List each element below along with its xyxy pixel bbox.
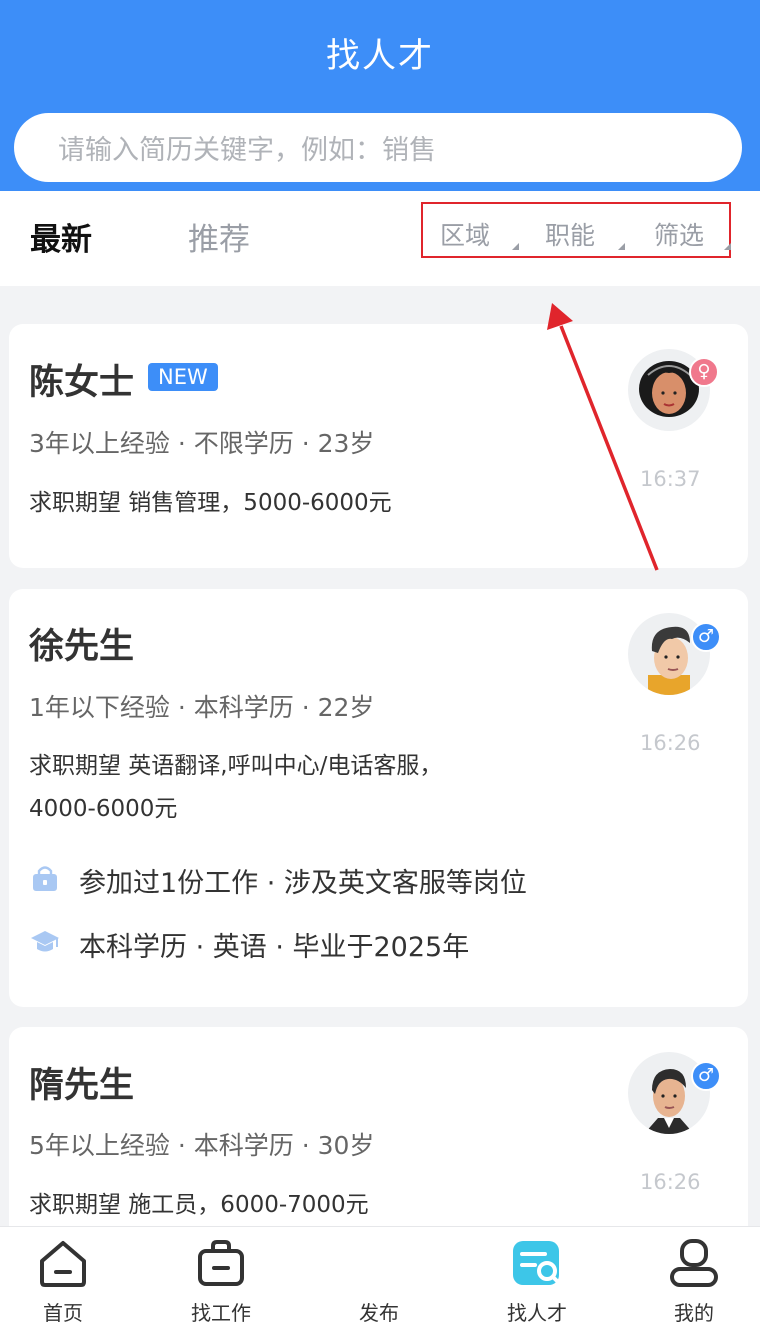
candidate-meta: 3年以上经验 · 不限学历 · 23岁 (29, 429, 375, 458)
tab-find-talent[interactable] (477, 1237, 597, 1293)
tab-find-job[interactable] (161, 1237, 281, 1293)
filter-area[interactable]: 区域 (440, 216, 490, 252)
user-icon (670, 1239, 718, 1287)
search-input[interactable]: 请输入简历关键字，例如：销售 (14, 113, 742, 182)
tab-find-job-label: 找工作 (191, 1301, 251, 1325)
expectation-line: 求职期望 英语翻译,呼叫中心/电话客服， (29, 753, 443, 779)
tab-publish[interactable]: 发布 (319, 1297, 439, 1326)
tab-mine[interactable] (634, 1237, 754, 1293)
male-icon: ♂ (691, 622, 721, 652)
male-icon: ♂ (691, 1061, 721, 1091)
lock-bag-icon (30, 863, 60, 893)
talent-search-icon (513, 1241, 560, 1285)
caret-down-icon (724, 243, 731, 250)
work-experience-summary: 参加过1份工作 · 涉及英文客服等岗位 (79, 868, 527, 899)
post-time: 16:37 (640, 467, 701, 491)
tab-find-talent-label: 找人才 (507, 1301, 567, 1325)
briefcase-icon (198, 1240, 244, 1286)
graduation-cap-icon (30, 927, 60, 957)
candidate-name: 隋先生 (29, 1066, 135, 1106)
candidate-meta: 5年以上经验 · 本科学历 · 30岁 (29, 1131, 375, 1160)
candidate-expectation: 求职期望 施工员，6000-7000元 (29, 1192, 369, 1218)
candidate-meta: 1年以下经验 · 本科学历 · 22岁 (29, 693, 375, 722)
education-summary: 本科学历 · 英语 · 毕业于2025年 (79, 932, 470, 963)
new-badge: NEW (148, 363, 218, 391)
tab-latest[interactable]: 最新 (30, 214, 92, 259)
tab-home[interactable] (3, 1237, 123, 1293)
search-placeholder: 请输入简历关键字，例如：销售 (58, 135, 436, 166)
caret-down-icon (618, 243, 625, 250)
tab-mine-label: 我的 (674, 1301, 714, 1325)
female-icon: ♀ (689, 357, 719, 387)
filter-function[interactable]: 职能 (545, 216, 595, 252)
page-title: 找人才 (326, 36, 434, 76)
candidate-expectation: 求职期望 销售管理，5000-6000元 (29, 490, 392, 516)
tab-home-label: 首页 (43, 1301, 83, 1325)
caret-down-icon (512, 243, 519, 250)
post-time: 16:26 (640, 731, 701, 755)
tab-recommend[interactable]: 推荐 (188, 214, 250, 259)
filter-screen[interactable]: 筛选 (654, 216, 704, 252)
expectation-line: 4000-6000元 (29, 796, 178, 822)
candidate-name: 陈女士 (29, 363, 135, 403)
candidate-name: 徐先生 (29, 627, 135, 667)
post-time: 16:26 (640, 1170, 701, 1194)
candidate-expectation: 求职期望 英语翻译,呼叫中心/电话客服， 4000-6000元 (29, 745, 529, 831)
home-icon (40, 1241, 86, 1287)
